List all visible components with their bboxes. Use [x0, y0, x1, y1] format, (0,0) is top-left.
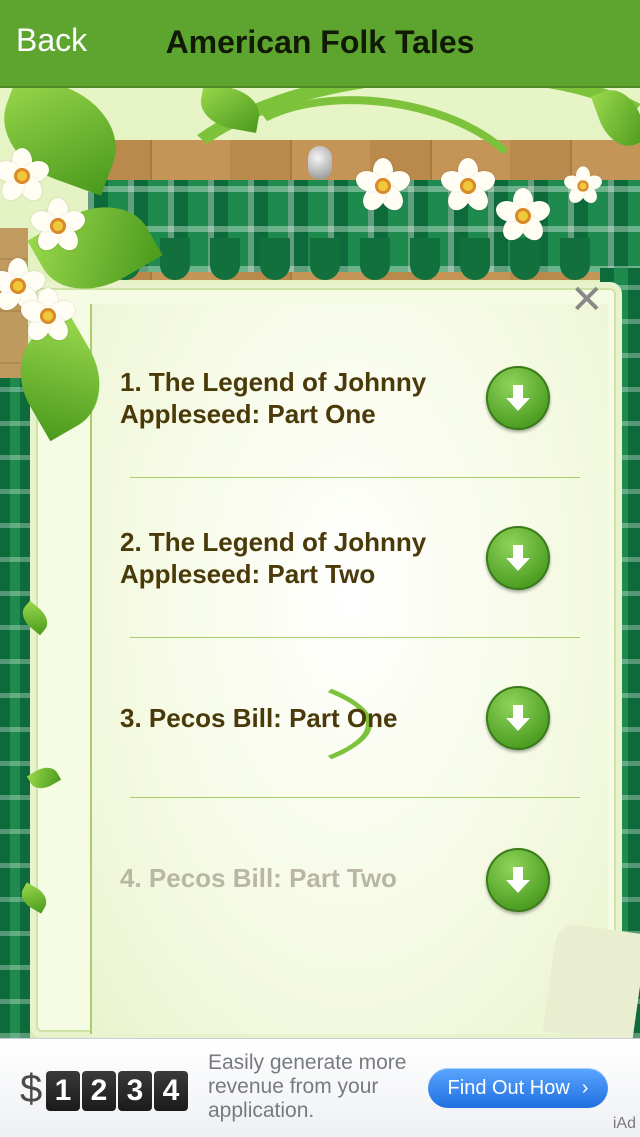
page-title: American Folk Tales [165, 24, 475, 60]
download-button[interactable] [486, 526, 550, 590]
chevron-right-icon: › [581, 1076, 589, 1099]
download-button[interactable] [486, 848, 550, 912]
ad-digit: 4 [154, 1071, 188, 1111]
navigation-bar: Back American Folk Tales [0, 0, 640, 88]
story-title: 2. The Legend of Johnny Appleseed: Part T… [120, 527, 427, 589]
flower [0, 148, 52, 205]
download-button[interactable] [486, 366, 550, 430]
iad-logo: iAd [612, 1115, 636, 1132]
cta-label: Find Out How [447, 1076, 570, 1099]
ad-text: Easily generate more revenue from your a… [208, 1051, 407, 1122]
flower [438, 158, 498, 215]
arrow-down-icon [506, 867, 530, 893]
find-out-how-button[interactable]: Find Out How › [428, 1068, 608, 1108]
story-row[interactable]: 3. Pecos Bill: Part One [120, 638, 580, 798]
flower [18, 288, 78, 345]
story-row[interactable]: 1. The Legend of Johnny Appleseed: Part O… [120, 318, 580, 478]
arrow-down-icon [506, 705, 530, 731]
arrow-down-icon [506, 385, 530, 411]
story-title: 1. The Legend of Johnny Appleseed: Part O… [120, 367, 427, 429]
story-title: 4. Pecos Bill: Part Two [120, 863, 397, 893]
flower [493, 188, 553, 245]
flower [353, 158, 413, 215]
story-title: 3. Pecos Bill: Part One [120, 703, 398, 733]
ad-banner[interactable]: $ 1 2 3 4 Easily generate more revenue f… [0, 1038, 640, 1137]
leaf [196, 88, 264, 133]
arrow-down-icon [506, 545, 530, 571]
ad-counter: 1 2 3 4 [46, 1071, 188, 1111]
story-row[interactable]: 4. Pecos Bill: Part Two [120, 798, 580, 958]
download-button[interactable] [486, 686, 550, 750]
tape-icon: ✕ [570, 278, 604, 322]
ad-digit: 3 [118, 1071, 152, 1111]
flower [28, 198, 88, 255]
story-row[interactable]: 2. The Legend of Johnny Appleseed: Part T… [120, 478, 580, 638]
ad-digit: 1 [46, 1071, 80, 1111]
ad-dollar-sign: $ [20, 1067, 43, 1111]
ad-digit: 2 [82, 1071, 116, 1111]
flower [562, 166, 604, 206]
